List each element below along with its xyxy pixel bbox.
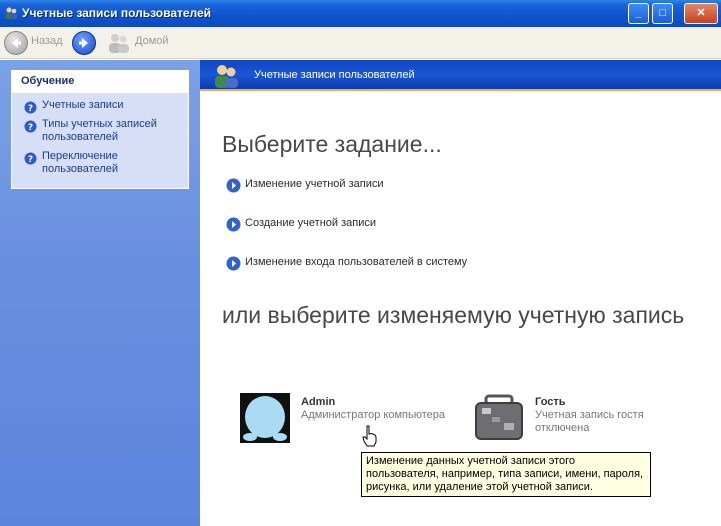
pick-account-heading: или выберите изменяемую учетную запись (222, 302, 685, 328)
close-button[interactable]: ✕ (684, 3, 718, 24)
content-header: Учетные записи пользователей (200, 60, 721, 91)
header-title: Учетные записи пользователей (254, 69, 415, 81)
task-label[interactable]: Изменение входа пользователей в систему (245, 256, 467, 268)
arrow-right-icon (226, 256, 241, 271)
toolbar: Назад Домой (0, 27, 721, 59)
admin-avatar[interactable] (240, 393, 290, 443)
sidebar-item-label[interactable]: Учетные записи (42, 99, 124, 111)
sidebar-item-label[interactable]: Типы учетных записей пользователей (42, 118, 157, 143)
account-description: Учетная запись гостя отключена (535, 409, 644, 434)
arrow-right-icon (79, 38, 88, 48)
arrow-right-icon (226, 217, 241, 232)
hand-cursor-icon (362, 425, 377, 447)
home-label[interactable]: Домой (135, 35, 169, 47)
pick-task-heading: Выберите задание... (222, 131, 442, 157)
account-name[interactable]: Admin (301, 396, 335, 408)
learn-about-panel: Обучение ? Учетные записи ? Типы учетных… (11, 70, 189, 189)
arrow-left-icon (12, 38, 21, 48)
window-title: Учетные записи пользователей (22, 6, 212, 20)
users-icon (6, 7, 17, 19)
sidebar-item-switch-users[interactable]: ? Переключение пользователей (24, 150, 180, 176)
back-label[interactable]: Назад (31, 35, 63, 47)
account-description: Администратор компьютера (301, 409, 445, 421)
arrow-right-icon (226, 178, 241, 193)
sidebar: Обучение ? Учетные записи ? Типы учетных… (0, 60, 200, 526)
panel-title: Обучение (12, 71, 188, 93)
sidebar-item-account-types[interactable]: ? Типы учетных записей пользователей (24, 118, 180, 144)
back-button[interactable] (4, 31, 28, 55)
task-label[interactable]: Изменение учетной записи (245, 178, 384, 190)
svg-text:?: ? (28, 123, 33, 133)
svg-text:?: ? (28, 104, 33, 114)
forward-button[interactable] (72, 31, 96, 55)
account-tooltip: Изменение данных учетной записи этого по… (361, 452, 651, 497)
help-icon: ? (24, 120, 37, 133)
minimize-button[interactable]: _ (628, 3, 649, 24)
task-label[interactable]: Создание учетной записи (245, 217, 376, 229)
home-users-icon[interactable] (107, 32, 131, 54)
window-titlebar[interactable]: Учетные записи пользователей _ □ ✕ (0, 0, 721, 27)
account-name[interactable]: Гость (535, 396, 566, 408)
maximize-button[interactable]: □ (652, 3, 673, 24)
sidebar-item-label[interactable]: Переключение пользователей (42, 150, 118, 175)
help-icon: ? (24, 101, 37, 114)
users-icon (215, 65, 238, 88)
sidebar-item-accounts[interactable]: ? Учетные записи (24, 99, 180, 114)
suitcase-avatar[interactable] (474, 393, 524, 443)
help-icon: ? (24, 152, 37, 165)
svg-text:?: ? (28, 155, 33, 165)
